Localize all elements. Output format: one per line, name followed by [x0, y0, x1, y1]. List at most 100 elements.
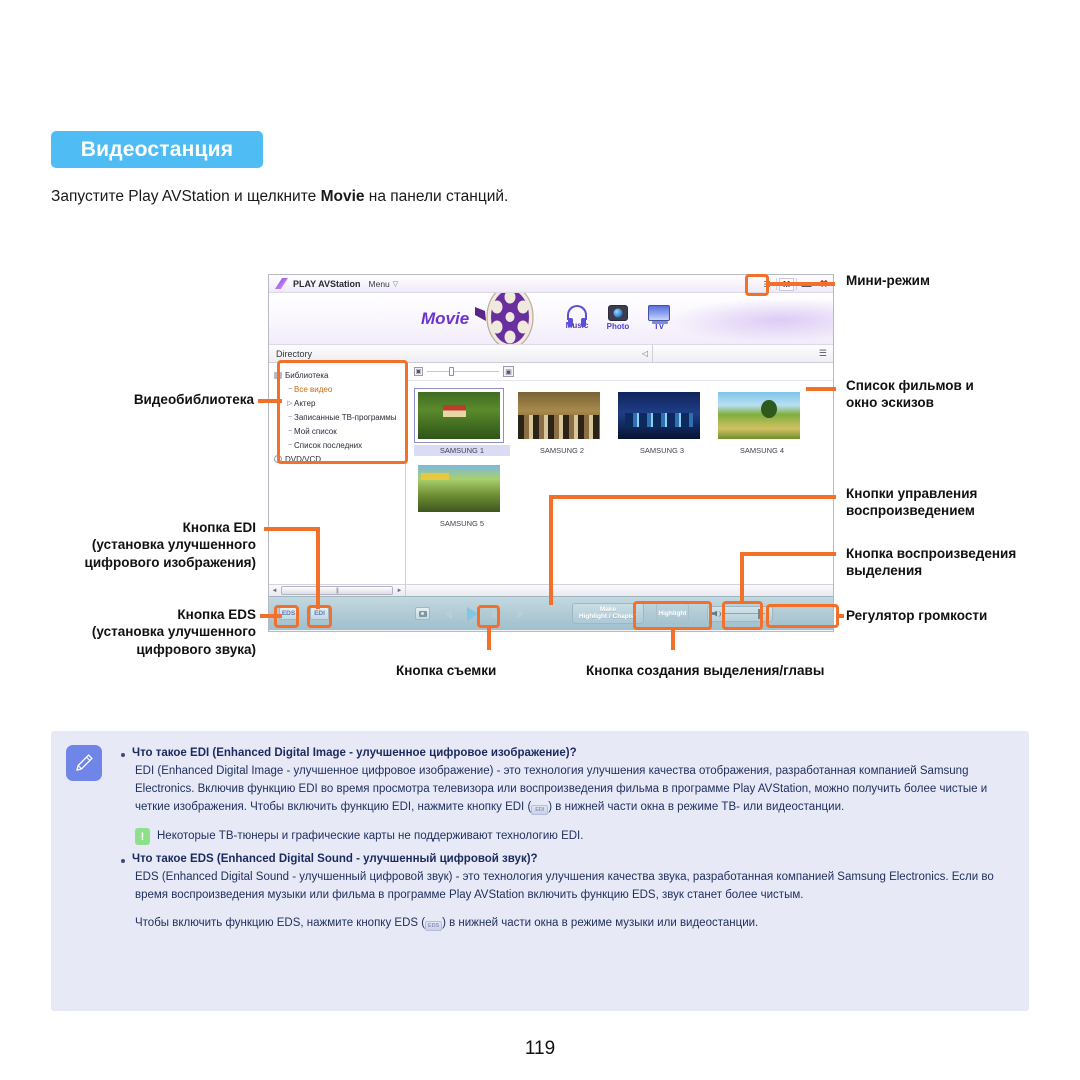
- scroll-left-icon[interactable]: ◄: [269, 588, 280, 594]
- callout-make-highlight: Кнопка создания выделения/главы: [586, 663, 825, 678]
- slider-knob[interactable]: [449, 367, 454, 376]
- banner-glow: [655, 297, 833, 343]
- current-station-label: Movie: [421, 309, 470, 328]
- leader-edi-h: [264, 527, 320, 531]
- highlight-box-video-library: [277, 360, 408, 464]
- large-thumbnail-icon[interactable]: ▣: [503, 366, 514, 377]
- station-tv[interactable]: TV: [637, 305, 681, 331]
- station-photo[interactable]: Photo: [596, 305, 640, 331]
- thumbnail-frame: [414, 388, 504, 443]
- camera-icon: [608, 305, 628, 321]
- callout-highlight-line2: выделения: [846, 563, 923, 579]
- callout-highlight-line1: Кнопка воспроизведения: [846, 546, 1017, 561]
- note-howto-part2: ) в нижней части окна в режиме музыки ил…: [442, 917, 759, 930]
- thumbnail-frame: [514, 388, 604, 443]
- leader-highlight-h: [740, 552, 836, 556]
- callout-playback-buttons: Кнопки управления воспроизведением: [846, 485, 977, 520]
- thumbnail-item[interactable]: SAMSUNG 5: [414, 461, 510, 529]
- callout-capture-button: Кнопка съемки: [396, 663, 497, 678]
- intro-suffix: на панели станций.: [364, 188, 509, 205]
- callout-playback-line1: Кнопки управления: [846, 486, 978, 501]
- small-thumbnail-icon[interactable]: ▣: [414, 367, 423, 376]
- intro-paragraph: Запустите Play AVStation и щелкните Movi…: [51, 188, 508, 206]
- page-title: Видеостанция: [51, 131, 263, 168]
- leader-movie-list: [806, 387, 836, 391]
- thumbnail-frame: [714, 388, 804, 443]
- leader-video-library: [258, 399, 282, 403]
- thumbnail-grid: SAMSUNG 1 SAMSUNG 2 SAMSUNG 3 SAMSUNG 4 …: [406, 381, 833, 534]
- note-warning-text: Некоторые ТВ-тюнеры и графические карты …: [157, 830, 584, 843]
- callout-edi-line1: Кнопка EDI: [182, 520, 256, 535]
- callout-edi-button: Кнопка EDI (установка улучшенного цифров…: [18, 519, 256, 571]
- thumbnail-size-slider-bar: ▣ ▣: [406, 363, 833, 381]
- thumbnail-size-slider[interactable]: [427, 367, 499, 376]
- callout-movie-list: Список фильмов и окно эскизов: [846, 377, 974, 412]
- highlight-box-highlight-play: [722, 601, 763, 630]
- highlight-box-capture: [477, 605, 500, 628]
- station-music[interactable]: Music: [555, 305, 599, 330]
- previous-icon: [444, 608, 452, 619]
- callout-edi-line3: цифрового изображения): [84, 554, 256, 570]
- thumbnail-item[interactable]: SAMSUNG 2: [514, 388, 610, 456]
- leader-highlight-v: [740, 552, 744, 604]
- television-icon: [648, 305, 670, 324]
- note-warning-row: ! Некоторые ТВ-тюнеры и графические карт…: [135, 828, 1015, 846]
- camera-capture-icon: [418, 610, 427, 617]
- callout-eds-line3: цифрового звука): [136, 641, 256, 657]
- thumbnail-image: [618, 392, 700, 439]
- leader-playback-v: [549, 495, 553, 605]
- thumbnail-caption: SAMSUNG 5: [439, 519, 485, 528]
- chevron-down-icon[interactable]: ▽: [393, 280, 398, 288]
- leader-capture: [487, 628, 491, 650]
- note-question-edi: Что такое EDI (Enhanced Digital Image - …: [119, 747, 1015, 759]
- collapse-panel-icon[interactable]: ◁: [642, 349, 652, 358]
- station-label: Photo: [606, 322, 630, 331]
- capture-button[interactable]: [415, 607, 430, 620]
- leader-make-highlight: [671, 630, 675, 650]
- thumbnail-pane: ▣ ▣ SAMSUNG 1 SAMSUNG 2 SAMSUNG 3 SAMSUN…: [406, 363, 833, 596]
- previous-button[interactable]: [442, 608, 454, 620]
- leader-volume: [836, 614, 844, 618]
- callout-eds-line1: Кнопка EDS: [177, 607, 256, 622]
- next-button[interactable]: [514, 608, 526, 620]
- scroll-right-icon[interactable]: ►: [394, 588, 405, 594]
- callout-movie-list-line1: Список фильмов и: [846, 378, 974, 393]
- app-brand-label: PLAY AVStation: [293, 278, 361, 289]
- scrollbar-thumb[interactable]: |||: [281, 586, 393, 595]
- callout-playback-line2: воспроизведением: [846, 503, 975, 519]
- note-question-eds: Что такое EDS (Enhanced Digital Sound - …: [119, 853, 1015, 865]
- thumbnail-image: [518, 392, 600, 439]
- note-answer-edi: EDI (Enhanced Digital Image - улучшенное…: [135, 763, 1015, 816]
- list-view-icon[interactable]: ☰: [819, 348, 827, 359]
- intro-bold-movie: Movie: [320, 188, 365, 205]
- thumbnail-item[interactable]: SAMSUNG 4: [714, 388, 810, 456]
- leader-mini-mode: [769, 282, 835, 286]
- edi-chip-icon: EDI: [531, 804, 549, 815]
- thumbnail-frame: [414, 461, 504, 516]
- next-icon: [516, 608, 524, 619]
- leader-playback-h: [549, 495, 836, 499]
- thumbnail-frame: [614, 388, 704, 443]
- play-icon: [466, 606, 478, 621]
- callout-video-library: Видеобиблиотека: [133, 392, 254, 407]
- thumbnail-caption: SAMSUNG 4: [739, 446, 785, 455]
- content-horizontal-scrollbar[interactable]: [406, 584, 833, 596]
- avstation-logo-icon: [275, 278, 288, 289]
- callout-movie-list-line2: окно эскизов: [846, 395, 934, 411]
- sidebar-horizontal-scrollbar[interactable]: ◄ ||| ►: [269, 584, 405, 596]
- headphones-icon: [567, 305, 587, 327]
- menu-button[interactable]: Menu: [369, 279, 390, 289]
- thumbnail-item[interactable]: SAMSUNG 1: [414, 388, 510, 456]
- station-banner: Movie Music Photo TV: [269, 293, 833, 345]
- thumbnail-caption: SAMSUNG 2: [539, 446, 585, 455]
- make-label-line2: Highlight / Chapter: [578, 612, 638, 620]
- thumbnail-caption: SAMSUNG 1: [414, 445, 510, 456]
- note-content: Что такое EDI (Enhanced Digital Image - …: [119, 739, 1015, 933]
- leader-edi-v: [316, 527, 320, 609]
- callout-mini-mode: Мини-режим: [846, 273, 930, 288]
- directory-title: Directory: [276, 348, 313, 359]
- film-reel-icon: [475, 293, 534, 344]
- thumbnail-item[interactable]: SAMSUNG 3: [614, 388, 710, 456]
- callout-edi-line2: (установка улучшенного: [91, 537, 256, 553]
- exclamation-icon: !: [135, 828, 150, 846]
